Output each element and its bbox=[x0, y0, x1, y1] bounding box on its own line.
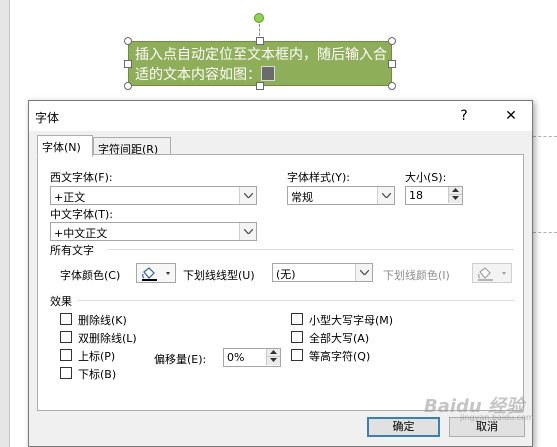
offset-value: 0% bbox=[227, 351, 245, 364]
close-button[interactable]: ✕ bbox=[498, 105, 524, 127]
subscript-label: 下标(B) bbox=[78, 368, 117, 381]
cjk-font-label: 中文字体(T): bbox=[50, 208, 114, 221]
font-size-label: 大小(S): bbox=[405, 171, 447, 184]
double-strikethrough-label: 双删除线(L) bbox=[78, 332, 137, 345]
font-color-label: 字体颜色(C) bbox=[60, 269, 121, 282]
text-box[interactable]: 插入点自动定位至文本框内，随后输入合适的文本内容如图： bbox=[128, 41, 392, 86]
help-button[interactable]: ? bbox=[451, 105, 477, 127]
all-caps-checkbox[interactable] bbox=[291, 331, 303, 343]
resize-handle-top-right[interactable] bbox=[388, 37, 396, 45]
font-style-label: 字体样式(Y): bbox=[287, 171, 351, 184]
cjk-font-select[interactable]: +中文正文 bbox=[50, 222, 257, 241]
resize-handle-bottom-left[interactable] bbox=[124, 82, 132, 90]
resize-handle-right[interactable] bbox=[388, 60, 396, 68]
spin-up-icon[interactable] bbox=[448, 187, 462, 195]
watermark-url: jingyan.baidu.com bbox=[460, 413, 534, 422]
superscript-label: 上标(P) bbox=[78, 350, 116, 363]
all-caps-label: 全部大写(A) bbox=[309, 332, 370, 345]
rotation-handle[interactable] bbox=[254, 13, 264, 23]
cjk-font-value: +中文正文 bbox=[54, 227, 108, 240]
spin-down-icon[interactable] bbox=[266, 357, 280, 365]
offset-spinner[interactable]: 0% bbox=[223, 348, 281, 367]
resize-handle-bottom-right[interactable] bbox=[388, 82, 396, 90]
paint-bucket-icon bbox=[142, 267, 170, 281]
font-size-value: 18 bbox=[409, 189, 423, 202]
chevron-down-icon bbox=[239, 223, 256, 240]
dialog-title: 字体 bbox=[35, 111, 60, 125]
resize-handle-bottom[interactable] bbox=[256, 82, 264, 90]
all-text-heading: 所有文字 bbox=[50, 244, 94, 257]
latin-font-select[interactable]: +正文 bbox=[50, 186, 257, 205]
effects-heading: 效果 bbox=[50, 295, 72, 308]
chevron-down-icon bbox=[355, 264, 372, 281]
section-divider bbox=[78, 300, 514, 301]
chevron-down-icon bbox=[377, 187, 394, 204]
underline-type-value: (无) bbox=[276, 268, 296, 281]
superscript-checkbox[interactable] bbox=[60, 349, 72, 361]
resize-handle-top-left[interactable] bbox=[124, 37, 132, 45]
font-style-select[interactable]: 常规 bbox=[287, 186, 395, 205]
slide-panel-edge bbox=[0, 0, 10, 447]
font-color-button[interactable] bbox=[136, 263, 176, 283]
guide-line bbox=[533, 232, 557, 233]
font-tab-panel: 西文字体(F): +正文 中文字体(T): +中文正文 字体样式(Y): 常规 … bbox=[37, 154, 524, 411]
underline-color-button[interactable] bbox=[472, 263, 512, 283]
small-caps-label: 小型大写字母(M) bbox=[309, 314, 394, 327]
text-cursor-icon bbox=[261, 66, 275, 81]
spin-down-icon[interactable] bbox=[448, 195, 462, 203]
offset-label: 偏移量(E): bbox=[154, 353, 207, 366]
subscript-checkbox[interactable] bbox=[60, 367, 72, 379]
font-size-spinner[interactable]: 18 bbox=[405, 186, 463, 205]
font-style-value: 常规 bbox=[291, 191, 313, 204]
strikethrough-label: 删除线(K) bbox=[78, 314, 127, 327]
chevron-down-icon bbox=[239, 187, 256, 204]
small-caps-checkbox[interactable] bbox=[291, 313, 303, 325]
ok-button[interactable]: 确定 bbox=[367, 417, 440, 437]
underline-color-label: 下划线颜色(I) bbox=[383, 269, 450, 282]
equalize-height-checkbox[interactable] bbox=[291, 349, 303, 361]
strikethrough-checkbox[interactable] bbox=[60, 313, 72, 325]
spin-up-icon[interactable] bbox=[266, 349, 280, 357]
resize-handle-top[interactable] bbox=[256, 37, 264, 45]
paint-bucket-icon bbox=[478, 267, 506, 281]
section-divider bbox=[108, 249, 514, 250]
dialog-titlebar: 字体 ? ✕ bbox=[29, 101, 532, 131]
tab-font[interactable]: 字体(N) bbox=[37, 135, 93, 157]
underline-type-select[interactable]: (无) bbox=[272, 263, 373, 282]
underline-type-label: 下划线线型(U) bbox=[183, 269, 255, 282]
equalize-height-label: 等高字符(Q) bbox=[309, 350, 371, 363]
resize-handle-left[interactable] bbox=[124, 60, 132, 68]
latin-font-value: +正文 bbox=[54, 191, 86, 204]
double-strikethrough-checkbox[interactable] bbox=[60, 331, 72, 343]
guide-line bbox=[533, 136, 557, 137]
latin-font-label: 西文字体(F): bbox=[50, 171, 113, 184]
